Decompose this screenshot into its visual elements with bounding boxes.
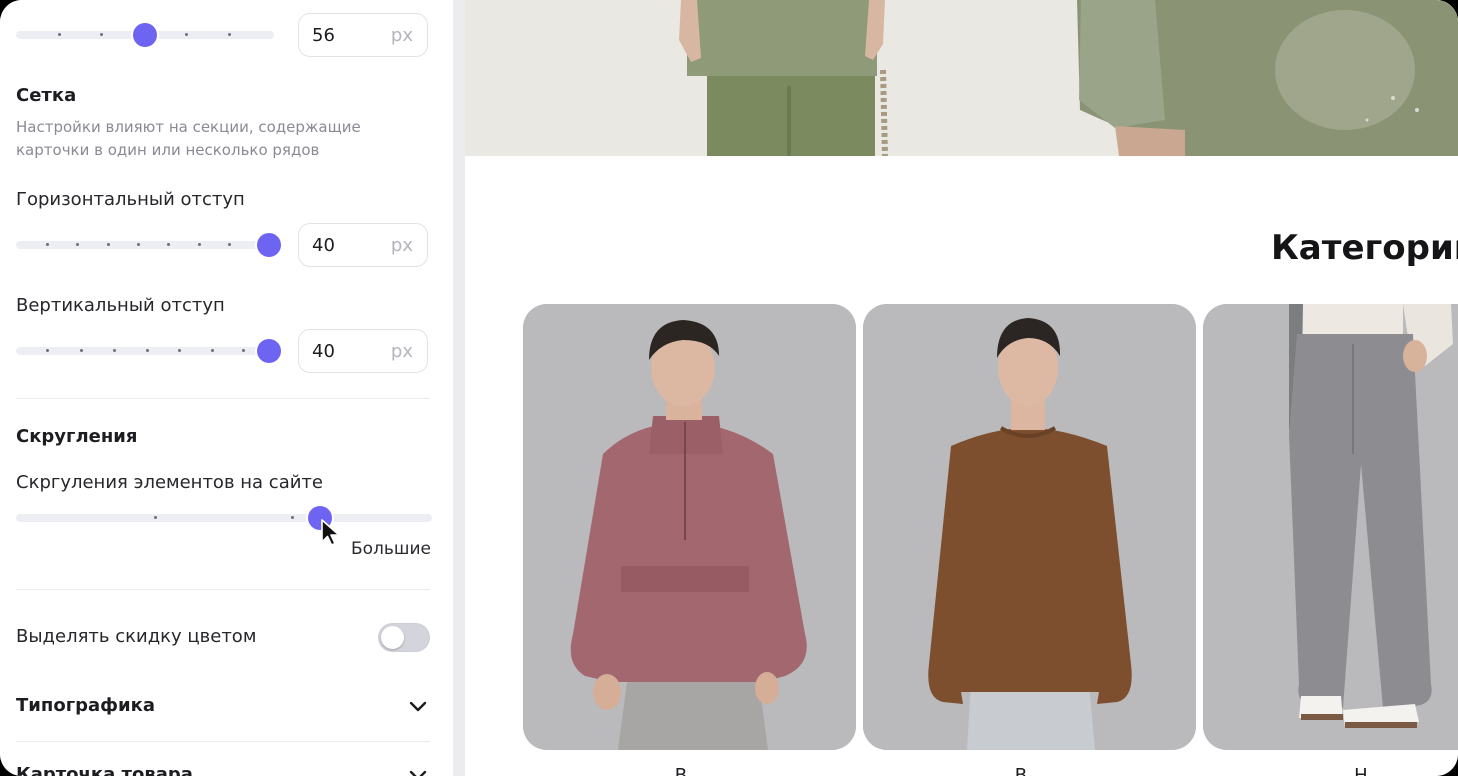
category-image bbox=[1203, 304, 1458, 750]
divider bbox=[16, 398, 430, 399]
slider-thumb[interactable] bbox=[133, 23, 157, 47]
vertical-gap-input[interactable]: 40 px bbox=[298, 329, 428, 373]
category-image bbox=[863, 304, 1196, 750]
divider bbox=[16, 589, 430, 590]
vertical-gap-label: Вертикальный отступ bbox=[16, 295, 225, 316]
app-window: 56 px Сетка Настройки влияют на секции, … bbox=[0, 0, 1458, 776]
category-card-caption: В... bbox=[674, 765, 705, 776]
category-image bbox=[523, 304, 856, 750]
category-card-caption: Н... bbox=[1354, 765, 1385, 776]
chevron-down-icon[interactable] bbox=[406, 763, 430, 776]
input-unit: px bbox=[390, 235, 413, 256]
discount-color-label: Выделять скидку цветом bbox=[16, 626, 257, 647]
panel-divider bbox=[453, 0, 465, 776]
rounding-section-title: Скругления bbox=[16, 426, 138, 447]
divider bbox=[16, 741, 430, 742]
mouse-cursor-icon bbox=[321, 519, 340, 546]
typography-section[interactable]: Типографика bbox=[16, 695, 155, 716]
settings-panel: 56 px Сетка Настройки влияют на секции, … bbox=[0, 0, 453, 776]
slider-thumb[interactable] bbox=[257, 233, 281, 257]
input-value: 56 bbox=[312, 25, 335, 46]
grid-section-title: Сетка bbox=[16, 85, 77, 106]
input-unit: px bbox=[390, 25, 413, 46]
vertical-gap-slider[interactable] bbox=[16, 336, 281, 366]
rounding-slider[interactable] bbox=[16, 503, 432, 533]
grid-hint: Настройки влияют на секции, содержащие к… bbox=[16, 118, 361, 159]
category-card[interactable] bbox=[863, 304, 1196, 750]
hero-banner-image bbox=[465, 0, 1458, 156]
chevron-down-icon[interactable] bbox=[406, 694, 430, 718]
category-card[interactable] bbox=[1203, 304, 1458, 750]
horizontal-gap-slider[interactable] bbox=[16, 230, 281, 260]
rounding-label: Скргуления элементов на сайте bbox=[16, 472, 323, 493]
top-spacing-input[interactable]: 56 px bbox=[298, 13, 428, 57]
toggle-knob bbox=[381, 626, 404, 649]
rounding-value-caption: Большие bbox=[350, 539, 431, 559]
site-preview: Категории В... В... Н... bbox=[465, 0, 1458, 776]
section-heading: Категории bbox=[1271, 228, 1458, 268]
product-card-section[interactable]: Карточка товара bbox=[16, 764, 193, 776]
horizontal-gap-label: Горизонтальный отступ bbox=[16, 189, 245, 210]
category-card-caption: В... bbox=[1014, 765, 1045, 776]
input-value: 40 bbox=[312, 341, 335, 362]
discount-color-toggle[interactable] bbox=[378, 623, 430, 652]
horizontal-gap-input[interactable]: 40 px bbox=[298, 223, 428, 267]
category-card[interactable] bbox=[523, 304, 856, 750]
input-unit: px bbox=[390, 341, 413, 362]
slider-thumb[interactable] bbox=[257, 339, 281, 363]
top-spacing-slider[interactable] bbox=[16, 20, 274, 50]
input-value: 40 bbox=[312, 235, 335, 256]
